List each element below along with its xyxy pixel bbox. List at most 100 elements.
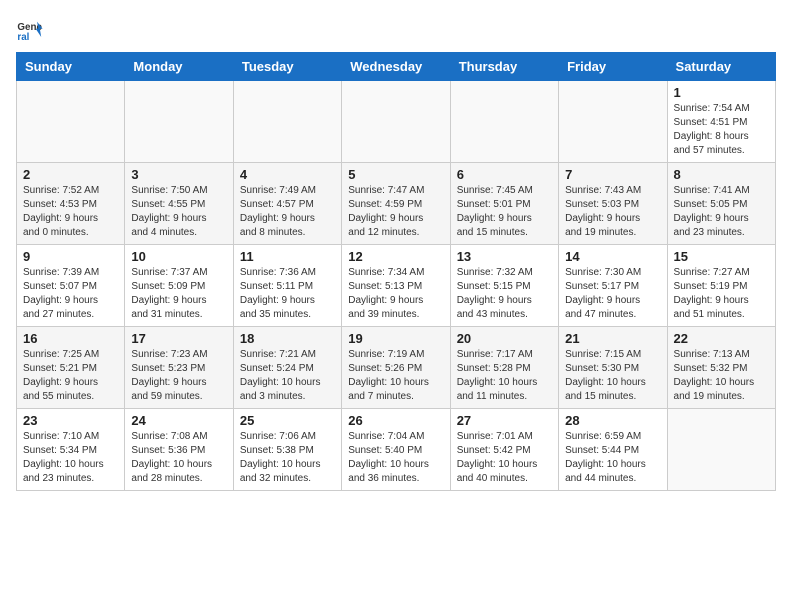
day-number: 9 (23, 249, 118, 264)
calendar-cell (233, 81, 341, 163)
day-number: 28 (565, 413, 660, 428)
calendar-cell: 7 Sunrise: 7:43 AM Sunset: 5:03 PM Daylig… (559, 163, 667, 245)
day-info: Sunrise: 7:52 AM Sunset: 4:53 PM Dayligh… (23, 184, 118, 240)
calendar-cell: 1 Sunrise: 7:54 AM Sunset: 4:51 PM Daylig… (667, 81, 775, 163)
calendar-cell: 21 Sunrise: 7:15 AM Sunset: 5:30 PM Dayli… (559, 327, 667, 409)
col-header-tuesday: Tuesday (233, 53, 341, 81)
day-number: 10 (131, 249, 226, 264)
calendar-cell: 11 Sunrise: 7:36 AM Sunset: 5:11 PM Dayli… (233, 245, 341, 327)
day-info: Sunrise: 7:06 AM Sunset: 5:38 PM Dayligh… (240, 430, 335, 486)
calendar-cell: 23 Sunrise: 7:10 AM Sunset: 5:34 PM Dayli… (17, 409, 125, 491)
calendar-cell (667, 409, 775, 491)
day-number: 12 (348, 249, 443, 264)
calendar-cell: 14 Sunrise: 7:30 AM Sunset: 5:17 PM Dayli… (559, 245, 667, 327)
day-number: 1 (674, 85, 769, 100)
day-info: Sunrise: 7:37 AM Sunset: 5:09 PM Dayligh… (131, 266, 226, 322)
day-info: Sunrise: 7:01 AM Sunset: 5:42 PM Dayligh… (457, 430, 552, 486)
calendar-cell: 10 Sunrise: 7:37 AM Sunset: 5:09 PM Dayli… (125, 245, 233, 327)
calendar-cell: 18 Sunrise: 7:21 AM Sunset: 5:24 PM Dayli… (233, 327, 341, 409)
calendar: SundayMondayTuesdayWednesdayThursdayFrid… (16, 52, 776, 491)
day-info: Sunrise: 7:41 AM Sunset: 5:05 PM Dayligh… (674, 184, 769, 240)
day-number: 14 (565, 249, 660, 264)
day-number: 25 (240, 413, 335, 428)
day-info: Sunrise: 7:50 AM Sunset: 4:55 PM Dayligh… (131, 184, 226, 240)
day-info: Sunrise: 7:34 AM Sunset: 5:13 PM Dayligh… (348, 266, 443, 322)
day-number: 4 (240, 167, 335, 182)
day-info: Sunrise: 7:36 AM Sunset: 5:11 PM Dayligh… (240, 266, 335, 322)
day-info: Sunrise: 7:13 AM Sunset: 5:32 PM Dayligh… (674, 348, 769, 404)
logo-icon: Gene ral (16, 16, 44, 44)
day-info: Sunrise: 7:30 AM Sunset: 5:17 PM Dayligh… (565, 266, 660, 322)
col-header-friday: Friday (559, 53, 667, 81)
day-info: Sunrise: 7:25 AM Sunset: 5:21 PM Dayligh… (23, 348, 118, 404)
col-header-monday: Monday (125, 53, 233, 81)
col-header-sunday: Sunday (17, 53, 125, 81)
calendar-cell: 17 Sunrise: 7:23 AM Sunset: 5:23 PM Dayli… (125, 327, 233, 409)
day-info: Sunrise: 7:43 AM Sunset: 5:03 PM Dayligh… (565, 184, 660, 240)
calendar-cell: 15 Sunrise: 7:27 AM Sunset: 5:19 PM Dayli… (667, 245, 775, 327)
col-header-wednesday: Wednesday (342, 53, 450, 81)
calendar-week-row: 1 Sunrise: 7:54 AM Sunset: 4:51 PM Daylig… (17, 81, 776, 163)
day-info: Sunrise: 7:39 AM Sunset: 5:07 PM Dayligh… (23, 266, 118, 322)
calendar-cell (450, 81, 558, 163)
day-number: 19 (348, 331, 443, 346)
col-header-saturday: Saturday (667, 53, 775, 81)
day-number: 17 (131, 331, 226, 346)
day-number: 3 (131, 167, 226, 182)
day-info: Sunrise: 7:27 AM Sunset: 5:19 PM Dayligh… (674, 266, 769, 322)
calendar-cell: 3 Sunrise: 7:50 AM Sunset: 4:55 PM Daylig… (125, 163, 233, 245)
calendar-cell: 25 Sunrise: 7:06 AM Sunset: 5:38 PM Dayli… (233, 409, 341, 491)
day-info: Sunrise: 6:59 AM Sunset: 5:44 PM Dayligh… (565, 430, 660, 486)
day-number: 20 (457, 331, 552, 346)
day-number: 13 (457, 249, 552, 264)
calendar-cell: 12 Sunrise: 7:34 AM Sunset: 5:13 PM Dayli… (342, 245, 450, 327)
day-number: 11 (240, 249, 335, 264)
day-number: 16 (23, 331, 118, 346)
calendar-cell: 22Sunrise: 7:13 AM Sunset: 5:32 PM Dayli… (667, 327, 775, 409)
calendar-week-row: 16 Sunrise: 7:25 AM Sunset: 5:21 PM Dayli… (17, 327, 776, 409)
day-number: 24 (131, 413, 226, 428)
day-number: 5 (348, 167, 443, 182)
calendar-cell: 27 Sunrise: 7:01 AM Sunset: 5:42 PM Dayli… (450, 409, 558, 491)
calendar-cell: 24 Sunrise: 7:08 AM Sunset: 5:36 PM Dayli… (125, 409, 233, 491)
day-info: Sunrise: 7:47 AM Sunset: 4:59 PM Dayligh… (348, 184, 443, 240)
day-info: Sunrise: 7:23 AM Sunset: 5:23 PM Dayligh… (131, 348, 226, 404)
day-number: 27 (457, 413, 552, 428)
calendar-cell: 8 Sunrise: 7:41 AM Sunset: 5:05 PM Daylig… (667, 163, 775, 245)
day-info: Sunrise: 7:45 AM Sunset: 5:01 PM Dayligh… (457, 184, 552, 240)
calendar-cell: 9 Sunrise: 7:39 AM Sunset: 5:07 PM Daylig… (17, 245, 125, 327)
day-info: Sunrise: 7:10 AM Sunset: 5:34 PM Dayligh… (23, 430, 118, 486)
day-number: 8 (674, 167, 769, 182)
svg-text:ral: ral (17, 32, 29, 43)
calendar-week-row: 23 Sunrise: 7:10 AM Sunset: 5:34 PM Dayli… (17, 409, 776, 491)
day-info: Sunrise: 7:49 AM Sunset: 4:57 PM Dayligh… (240, 184, 335, 240)
calendar-cell: 2 Sunrise: 7:52 AM Sunset: 4:53 PM Daylig… (17, 163, 125, 245)
day-info: Sunrise: 7:21 AM Sunset: 5:24 PM Dayligh… (240, 348, 335, 404)
col-header-thursday: Thursday (450, 53, 558, 81)
calendar-cell: 6 Sunrise: 7:45 AM Sunset: 5:01 PM Daylig… (450, 163, 558, 245)
day-info: Sunrise: 7:32 AM Sunset: 5:15 PM Dayligh… (457, 266, 552, 322)
calendar-cell (559, 81, 667, 163)
calendar-week-row: 9 Sunrise: 7:39 AM Sunset: 5:07 PM Daylig… (17, 245, 776, 327)
calendar-cell: 16 Sunrise: 7:25 AM Sunset: 5:21 PM Dayli… (17, 327, 125, 409)
day-info: Sunrise: 7:54 AM Sunset: 4:51 PM Dayligh… (674, 102, 769, 158)
calendar-cell (125, 81, 233, 163)
calendar-header-row: SundayMondayTuesdayWednesdayThursdayFrid… (17, 53, 776, 81)
day-info: Sunrise: 7:15 AM Sunset: 5:30 PM Dayligh… (565, 348, 660, 404)
calendar-cell: 4 Sunrise: 7:49 AM Sunset: 4:57 PM Daylig… (233, 163, 341, 245)
day-number: 26 (348, 413, 443, 428)
page-header: Gene ral (16, 16, 776, 44)
day-number: 2 (23, 167, 118, 182)
calendar-cell: 26Sunrise: 7:04 AM Sunset: 5:40 PM Dayli… (342, 409, 450, 491)
day-info: Sunrise: 7:17 AM Sunset: 5:28 PM Dayligh… (457, 348, 552, 404)
day-number: 23 (23, 413, 118, 428)
day-number: 21 (565, 331, 660, 346)
calendar-cell (342, 81, 450, 163)
day-number: 6 (457, 167, 552, 182)
calendar-cell: 20 Sunrise: 7:17 AM Sunset: 5:28 PM Dayli… (450, 327, 558, 409)
day-number: 15 (674, 249, 769, 264)
calendar-cell: 13 Sunrise: 7:32 AM Sunset: 5:15 PM Dayli… (450, 245, 558, 327)
day-number: 7 (565, 167, 660, 182)
day-number: 18 (240, 331, 335, 346)
day-info: Sunrise: 7:08 AM Sunset: 5:36 PM Dayligh… (131, 430, 226, 486)
